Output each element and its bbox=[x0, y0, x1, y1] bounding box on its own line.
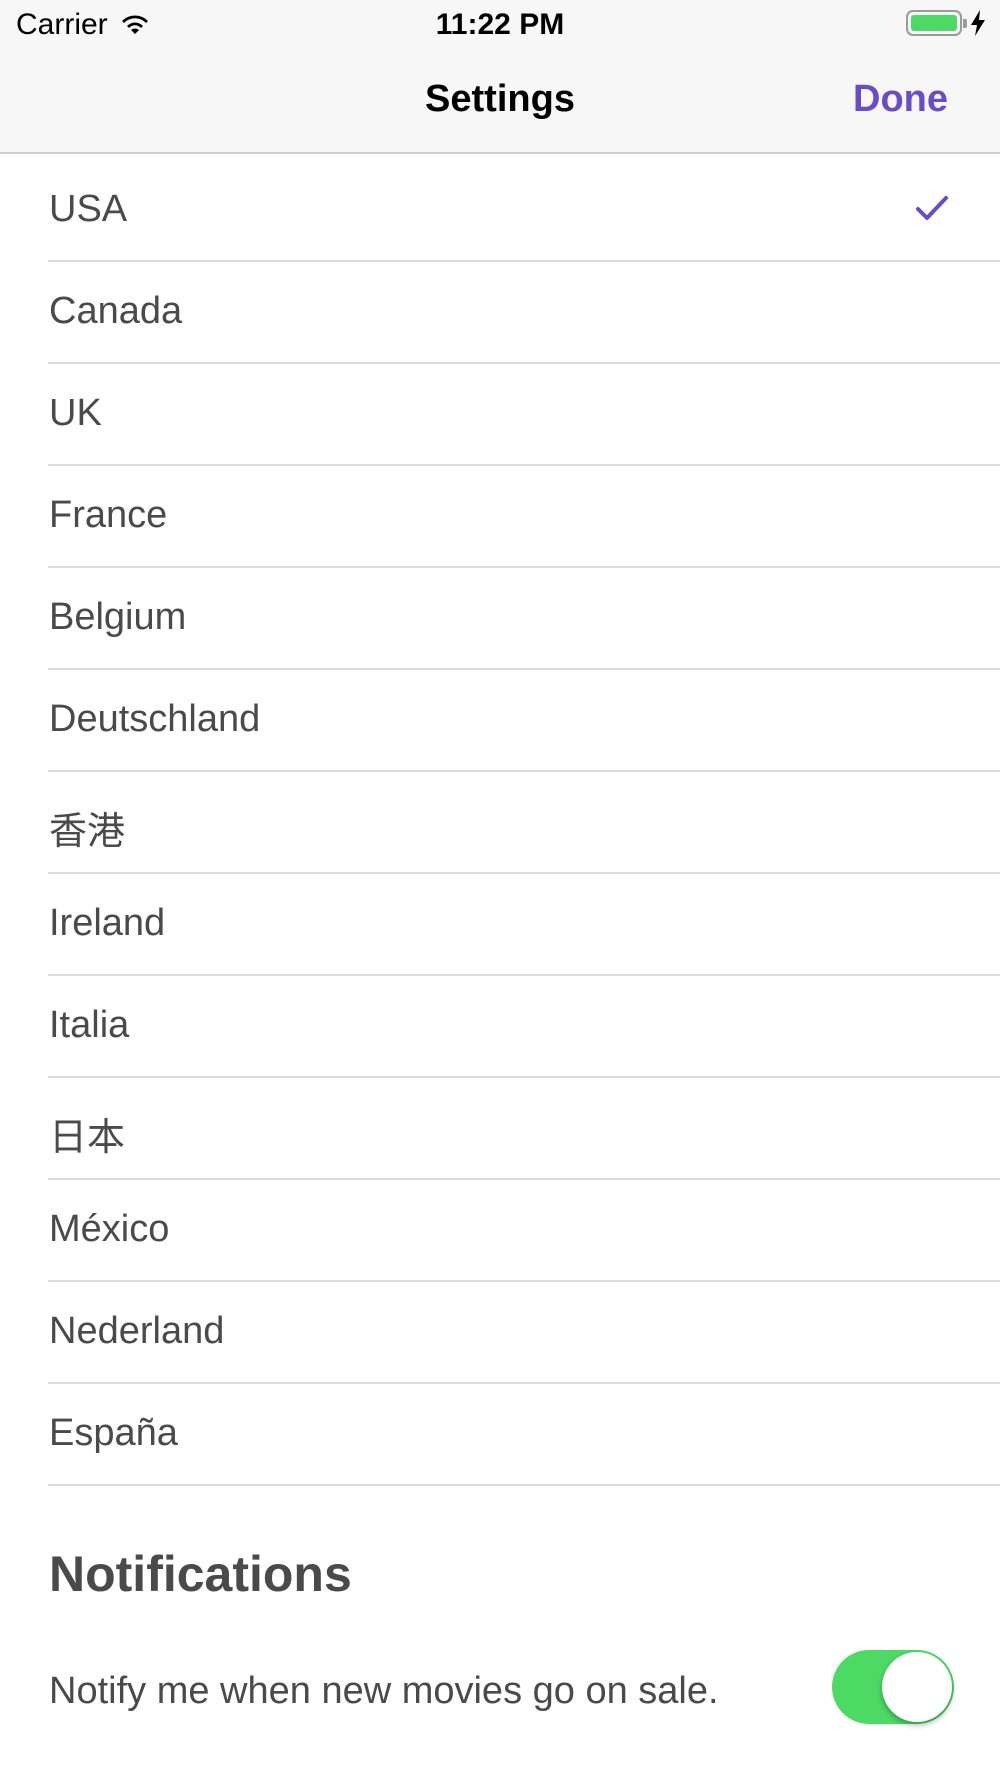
country-row-italia[interactable]: Italia bbox=[0, 976, 1000, 1078]
country-label: Ireland bbox=[49, 902, 166, 944]
country-label: Belgium bbox=[49, 596, 187, 638]
page-title: Settings bbox=[425, 78, 575, 120]
country-row-japan[interactable]: 日本 bbox=[0, 1078, 1000, 1180]
status-time: 11:22 PM bbox=[435, 8, 565, 41]
country-row-usa[interactable]: USA bbox=[0, 160, 1000, 262]
battery-icon bbox=[906, 10, 967, 36]
charging-bolt-icon bbox=[971, 10, 985, 36]
country-row-hong-kong[interactable]: 香港 bbox=[0, 772, 1000, 874]
battery-level bbox=[911, 15, 957, 31]
toggle-knob bbox=[882, 1652, 952, 1722]
row-separator bbox=[48, 1484, 1000, 1486]
done-button[interactable]: Done bbox=[853, 78, 948, 121]
battery-indicator bbox=[906, 10, 986, 36]
country-row-uk[interactable]: UK bbox=[0, 364, 1000, 466]
country-label: 日本 bbox=[49, 1117, 126, 1159]
country-row-ireland[interactable]: Ireland bbox=[0, 874, 1000, 976]
checkmark-icon bbox=[916, 196, 948, 220]
notifications-section-title: Notifications bbox=[49, 1546, 352, 1602]
country-row-espana[interactable]: España bbox=[0, 1384, 1000, 1486]
country-label: UK bbox=[49, 392, 102, 434]
status-bar: Carrier 11:22 PM bbox=[0, 0, 1000, 50]
country-label: España bbox=[49, 1412, 178, 1454]
country-row-canada[interactable]: Canada bbox=[0, 262, 1000, 364]
country-label: Italia bbox=[49, 1004, 130, 1046]
navigation-bar: Settings Done bbox=[0, 50, 1000, 154]
country-label: México bbox=[49, 1208, 170, 1250]
country-label: France bbox=[49, 494, 168, 536]
country-list: USA Canada UK France Belgium Deutschland… bbox=[0, 160, 1000, 1486]
notify-label: Notify me when new movies go on sale. bbox=[49, 1670, 719, 1712]
country-row-nederland[interactable]: Nederland bbox=[0, 1282, 1000, 1384]
country-label: Canada bbox=[49, 290, 183, 332]
country-row-belgium[interactable]: Belgium bbox=[0, 568, 1000, 670]
country-label: Nederland bbox=[49, 1310, 225, 1352]
country-label: 香港 bbox=[49, 811, 126, 853]
country-row-deutschland[interactable]: Deutschland bbox=[0, 670, 1000, 772]
country-label: Deutschland bbox=[49, 698, 261, 740]
notify-toggle[interactable] bbox=[832, 1650, 954, 1724]
country-label: USA bbox=[49, 188, 128, 230]
country-row-mexico[interactable]: México bbox=[0, 1180, 1000, 1282]
country-row-france[interactable]: France bbox=[0, 466, 1000, 568]
notify-setting-row: Notify me when new movies go on sale. bbox=[0, 1640, 1000, 1740]
